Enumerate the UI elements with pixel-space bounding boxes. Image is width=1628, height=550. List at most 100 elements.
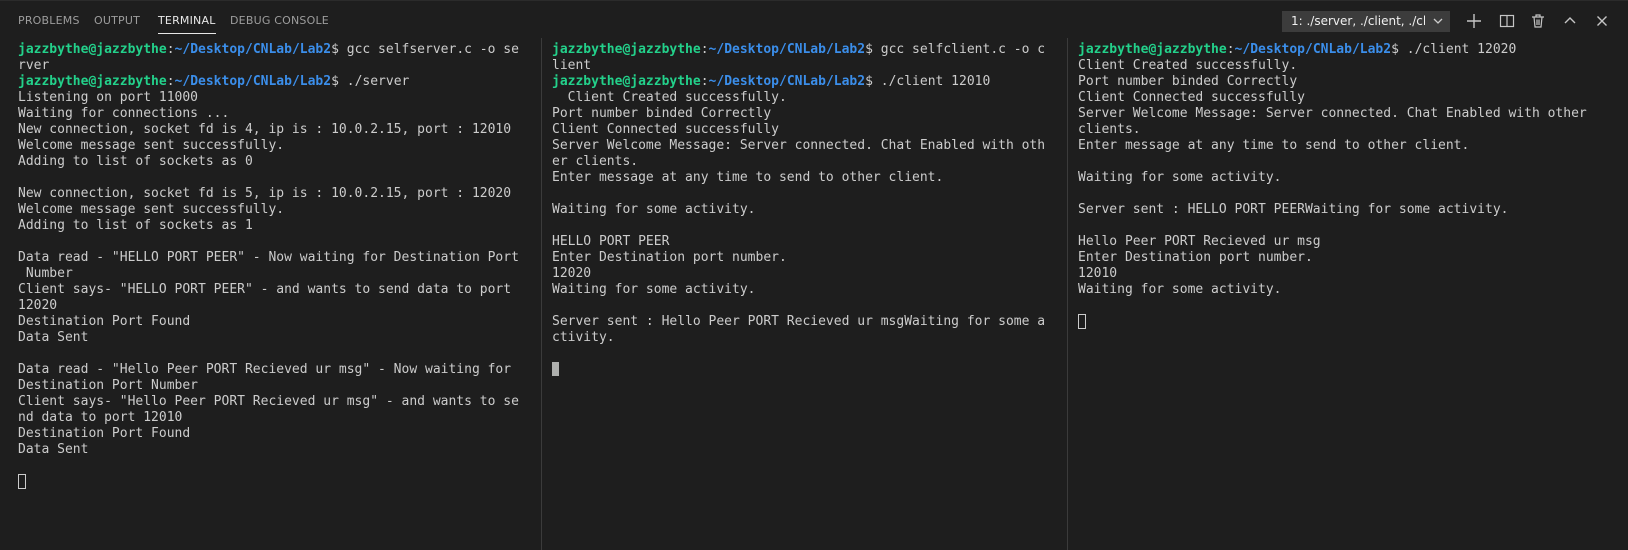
tab-debug-console[interactable]: DEBUG CONSOLE (230, 14, 329, 27)
terminal-text: Server Welcome Message: Server connected… (1078, 106, 1587, 121)
terminal-text: Client says- "HELLO PORT PEER" - and wan… (18, 282, 512, 297)
terminal-text: ctivity. (552, 330, 615, 345)
terminal-line: clients. (1078, 122, 1587, 138)
terminal-text: Destination Port Number (18, 378, 199, 393)
terminal-text: 12010 (1078, 266, 1118, 281)
prompt-path: ~/Desktop/CNLab/Lab2 (174, 42, 332, 57)
terminal-pane-server[interactable]: jazzbythe@jazzbythe:~/Desktop/CNLab/Lab2… (18, 38, 534, 550)
terminal-selector-dropdown[interactable]: 1: ./server, ./client, ./cli (1282, 11, 1450, 32)
terminal-line: Waiting for some activity. (1078, 282, 1587, 298)
terminal-text: Welcome message sent successfully. (18, 138, 285, 153)
terminal-output: jazzbythe@jazzbythe:~/Desktop/CNLab/Lab2… (552, 42, 1045, 378)
prompt-command: $ gcc selfserver.c -o se (331, 42, 519, 57)
terminal-line: Port number binded Correctly (1078, 74, 1587, 90)
tab-output[interactable]: OUTPUT (94, 14, 140, 27)
terminal-text: Client Connected successfully (552, 122, 779, 137)
terminal-line (18, 474, 519, 490)
terminal-text: rver (18, 58, 50, 73)
terminal-text: er clients. (552, 154, 639, 169)
terminal-text: New connection, socket fd is 5, ip is : … (18, 186, 512, 201)
terminal-text: Waiting for connections ... (18, 106, 230, 121)
terminal-text: Enter message at any time to send to oth… (1078, 138, 1470, 153)
terminal-text: clients. (1078, 122, 1141, 137)
terminal-text: Adding to list of sockets as 0 (18, 154, 253, 169)
terminal-text: Enter message at any time to send to oth… (552, 170, 944, 185)
terminal-line: 12020 (18, 298, 519, 314)
terminal-line: jazzbythe@jazzbythe:~/Desktop/CNLab/Lab2… (18, 42, 519, 58)
terminal-text: Client Created successfully. (1078, 58, 1298, 73)
terminal-line: New connection, socket fd is 4, ip is : … (18, 122, 519, 138)
terminal-line: Number (18, 266, 519, 282)
terminal-text: Adding to list of sockets as 1 (18, 218, 253, 233)
terminal-text: Server sent : Hello Peer PORT Recieved u… (552, 314, 1046, 329)
terminal-pane-client-12010[interactable]: jazzbythe@jazzbythe:~/Desktop/CNLab/Lab2… (552, 38, 1068, 550)
terminal-text: Data Sent (18, 442, 89, 457)
terminal-text: Waiting for some activity. (552, 282, 756, 297)
terminal-line: jazzbythe@jazzbythe:~/Desktop/CNLab/Lab2… (552, 74, 1045, 90)
terminal-line: Enter Destination port number. (552, 250, 1045, 266)
prompt-user: jazzbythe@jazzbythe (18, 74, 167, 89)
terminal-line (1078, 314, 1587, 330)
terminal-line: Welcome message sent successfully. (18, 202, 519, 218)
terminal-output: jazzbythe@jazzbythe:~/Desktop/CNLab/Lab2… (1078, 42, 1587, 330)
chevron-down-icon (1433, 14, 1443, 31)
terminal-text: Enter Destination port number. (1078, 250, 1313, 265)
chevron-up-icon[interactable] (1560, 11, 1580, 31)
terminal-text: Hello Peer PORT Recieved ur msg (1078, 234, 1321, 249)
pane-divider[interactable] (541, 38, 542, 550)
terminal-text: Number (18, 266, 73, 281)
terminal-text: Server sent : HELLO PORT PEERWaiting for… (1078, 202, 1509, 217)
terminal-line: Data Sent (18, 442, 519, 458)
pane-divider[interactable] (1067, 38, 1068, 550)
terminal-line: Data read - "HELLO PORT PEER" - Now wait… (18, 250, 519, 266)
terminal-line: Waiting for some activity. (552, 202, 1045, 218)
terminal-cursor (552, 362, 559, 376)
prompt-user: jazzbythe@jazzbythe (18, 42, 167, 57)
terminal-text: Welcome message sent successfully. (18, 202, 285, 217)
plus-icon[interactable] (1464, 11, 1484, 31)
terminal-line: Client Created successfully. (552, 90, 1045, 106)
terminal-line: 12020 (552, 266, 1045, 282)
terminal-line: Waiting for some activity. (1078, 170, 1587, 186)
terminal-line: Welcome message sent successfully. (18, 138, 519, 154)
tab-terminal[interactable]: TERMINAL (158, 14, 216, 34)
terminal-line: Listening on port 11000 (18, 90, 519, 106)
terminal-line: ctivity. (552, 330, 1045, 346)
prompt-command: $ ./server (331, 74, 410, 89)
terminal-line: jazzbythe@jazzbythe:~/Desktop/CNLab/Lab2… (18, 74, 519, 90)
prompt-colon: : (1226, 42, 1235, 57)
prompt-colon: : (166, 42, 175, 57)
terminal-text: Enter Destination port number. (552, 250, 787, 265)
terminal-line: Client Created successfully. (1078, 58, 1587, 74)
terminal-line: Destination Port Number (18, 378, 519, 394)
trash-icon[interactable] (1528, 11, 1548, 31)
close-icon[interactable] (1592, 11, 1612, 31)
prompt-command: $ ./client 12010 (865, 74, 991, 89)
terminal-line: Enter message at any time to send to oth… (552, 170, 1045, 186)
terminal-line: Destination Port Found (18, 426, 519, 442)
terminal-text: Client Connected successfully (1078, 90, 1305, 105)
terminal-pane-client-12020[interactable]: jazzbythe@jazzbythe:~/Desktop/CNLab/Lab2… (1078, 38, 1618, 550)
prompt-path: ~/Desktop/CNLab/Lab2 (174, 74, 332, 89)
terminal-text: Client says- "Hello Peer PORT Recieved u… (18, 394, 519, 409)
terminal-line: Adding to list of sockets as 1 (18, 218, 519, 234)
split-icon[interactable] (1497, 11, 1517, 31)
terminal-line: 12010 (1078, 266, 1587, 282)
terminal-text: Port number binded Correctly (552, 106, 772, 121)
terminal-line: jazzbythe@jazzbythe:~/Desktop/CNLab/Lab2… (552, 42, 1045, 58)
terminal-text: Client Created successfully. (552, 90, 787, 105)
tab-problems[interactable]: PROBLEMS (18, 14, 80, 27)
prompt-path: ~/Desktop/CNLab/Lab2 (708, 42, 866, 57)
terminal-text: Server Welcome Message: Server connected… (552, 138, 1046, 153)
terminal-text: Destination Port Found (18, 426, 191, 441)
terminal-cursor (18, 474, 26, 489)
terminal-line: Adding to list of sockets as 0 (18, 154, 519, 170)
terminal-text: Waiting for some activity. (1078, 282, 1282, 297)
terminal-line: Client says- "HELLO PORT PEER" - and wan… (18, 282, 519, 298)
